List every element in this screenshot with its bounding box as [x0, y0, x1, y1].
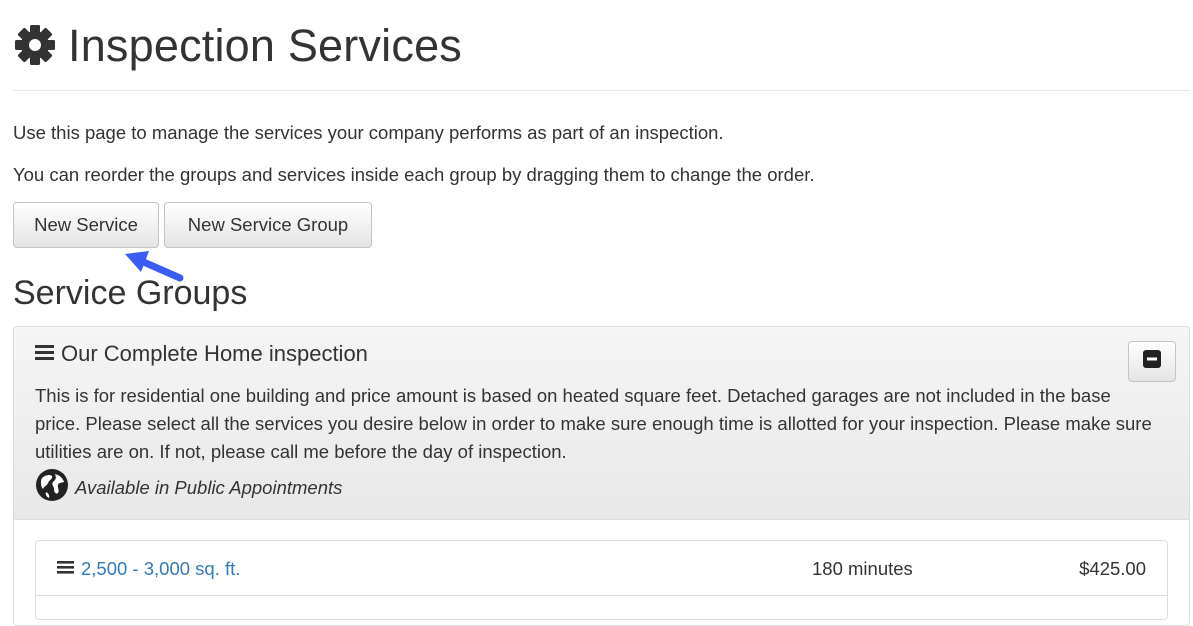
service-group-heading: Our Complete Home inspection This is for… [14, 327, 1189, 520]
public-availability-label: Available in Public Appointments [75, 476, 343, 498]
service-price: $425.00 [1079, 558, 1146, 579]
globe-icon [35, 468, 69, 507]
bars-icon[interactable] [35, 343, 55, 366]
service-name-link[interactable]: 2,500 - 3,000 sq. ft. [81, 558, 240, 580]
section-title: Service Groups [13, 274, 248, 312]
intro-text-1: Use this page to manage the services you… [13, 122, 724, 143]
collapse-group-button[interactable] [1128, 341, 1176, 382]
service-group-title: Our Complete Home inspection [61, 341, 368, 366]
service-list-item[interactable]: 2,500 - 3,000 sq. ft. 180 minutes $425.0… [35, 540, 1168, 620]
public-availability: Available in Public Appointments [35, 468, 342, 507]
service-group-title-row[interactable]: Our Complete Home inspection [35, 341, 368, 367]
service-group-description: This is for residential one building and… [35, 385, 1152, 462]
intro-text-2: You can reorder the groups and services … [13, 164, 815, 185]
page-header: Inspection Services [13, 0, 1190, 91]
page-title: Inspection Services [68, 19, 462, 71]
page-container: Inspection Services Use this page to man… [13, 0, 1190, 626]
minus-square-icon [1143, 350, 1161, 373]
service-group-panel[interactable]: Our Complete Home inspection This is for… [13, 326, 1190, 626]
divider [36, 595, 1167, 596]
new-service-button[interactable]: New Service [13, 202, 159, 248]
bars-icon[interactable] [57, 559, 75, 580]
service-duration: 180 minutes [812, 558, 913, 579]
service-row: 2,500 - 3,000 sq. ft. 180 minutes $425.0… [57, 555, 1146, 583]
new-service-group-button[interactable]: New Service Group [164, 202, 372, 248]
gear-icon [13, 23, 57, 67]
